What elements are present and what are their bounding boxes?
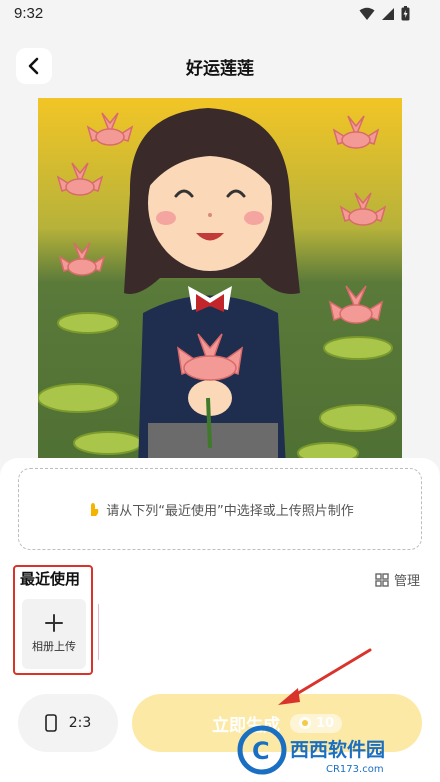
status-bar: 9:32 bbox=[0, 0, 440, 30]
pointing-hand-icon bbox=[91, 503, 99, 516]
divider bbox=[98, 604, 99, 660]
aspect-ratio-label: 2:3 bbox=[68, 715, 92, 731]
signal-icon bbox=[382, 7, 394, 20]
annotation-highlight-box bbox=[13, 565, 93, 675]
template-preview-image bbox=[38, 98, 402, 468]
manage-label: 管理 bbox=[393, 574, 420, 589]
photo-drop-area[interactable]: 请从下列“最近使用”中选择或上传照片制作 bbox=[18, 468, 422, 550]
wifi-icon bbox=[359, 7, 375, 20]
grid-icon bbox=[375, 572, 389, 587]
top-bar: 好运莲莲 bbox=[0, 40, 440, 88]
watermark-logo: C 西西软件园 CR173.com bbox=[230, 722, 440, 778]
status-icons bbox=[359, 6, 410, 21]
annotation-arrow bbox=[278, 648, 372, 705]
battery-icon bbox=[401, 6, 410, 21]
status-time: 9:32 bbox=[14, 5, 44, 22]
svg-text:西西软件园: 西西软件园 bbox=[290, 738, 385, 761]
manage-button[interactable]: 管理 bbox=[375, 570, 420, 589]
phone-frame-icon bbox=[44, 714, 57, 732]
page-title: 好运莲莲 bbox=[186, 59, 254, 79]
svg-text:CR173.com: CR173.com bbox=[326, 764, 384, 775]
aspect-ratio-button[interactable]: 2:3 bbox=[18, 694, 118, 752]
svg-text:C: C bbox=[252, 737, 270, 765]
upload-hint: 请从下列“最近使用”中选择或上传照片制作 bbox=[106, 503, 354, 519]
